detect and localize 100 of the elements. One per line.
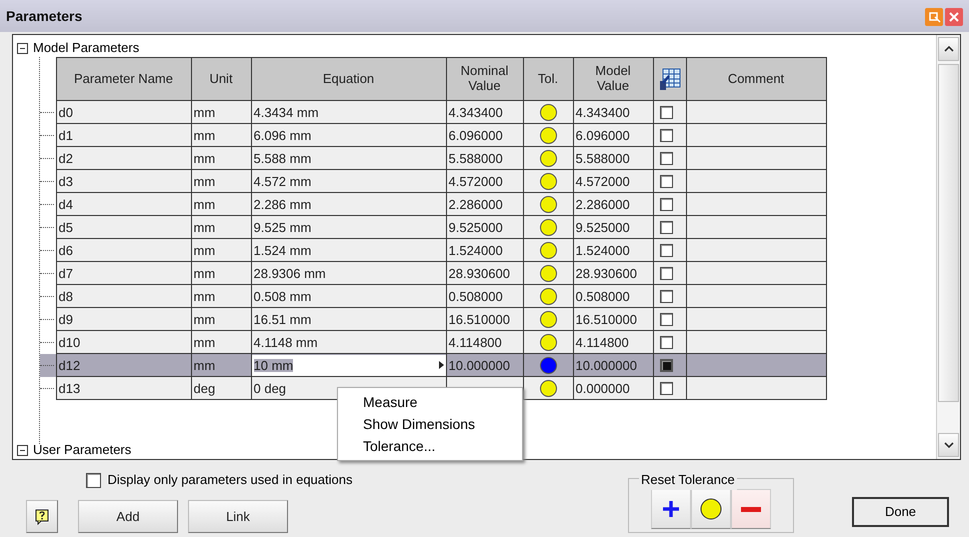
scrollbar[interactable] <box>936 35 960 459</box>
column-header[interactable]: Parameter Name <box>56 58 191 100</box>
tolerance-dot[interactable] <box>540 380 556 396</box>
table-cell: 1.524000 <box>446 238 523 262</box>
table-cell: mm <box>191 216 251 238</box>
table-cell: 5.588 mm <box>251 146 446 170</box>
button[interactable]: Link <box>188 500 288 533</box>
tolerance-dot[interactable] <box>540 264 556 282</box>
tolerance-dot[interactable] <box>540 172 556 190</box>
menu-item[interactable]: Tolerance... <box>338 435 522 457</box>
table-cell: 6.096 mm <box>251 124 446 146</box>
equation-field[interactable]: 10 mm <box>251 354 446 376</box>
table-cell: 4.572000 <box>573 170 653 192</box>
table-cell[interactable]: d6 <box>56 238 191 262</box>
table-cell: mm <box>191 308 251 330</box>
checkbox[interactable] <box>660 266 672 280</box>
checkbox[interactable] <box>660 220 672 234</box>
checkbox[interactable] <box>660 152 672 164</box>
checkbox[interactable] <box>660 336 672 348</box>
column-header[interactable]: Nominal Value <box>446 58 523 100</box>
table-cell: 5.588000 <box>446 146 523 170</box>
checkbox[interactable] <box>660 312 672 326</box>
checkbox[interactable] <box>660 382 672 394</box>
tolerance-button[interactable] <box>731 489 771 529</box>
table-cell: 16.510000 <box>573 308 653 330</box>
column-header[interactable]: Tol. <box>523 58 573 100</box>
table-cell[interactable]: d4 <box>56 192 191 216</box>
table-cell: 10.000000 <box>573 354 653 376</box>
tolerance-button[interactable] <box>691 489 731 529</box>
table-cell: mm <box>191 124 251 146</box>
table-cell[interactable]: d3 <box>56 170 191 192</box>
table-cell: 4.1148 mm <box>251 330 446 354</box>
tolerance-dot[interactable] <box>540 196 556 212</box>
checkbox[interactable] <box>660 290 672 302</box>
table-cell[interactable]: d12 <box>56 354 191 376</box>
tolerance-dot[interactable] <box>540 104 556 120</box>
table-cell: 9.525 mm <box>251 216 446 238</box>
column-header[interactable]: Comment <box>686 58 826 100</box>
button[interactable]: Add <box>78 500 178 533</box>
window-title: Parameters <box>6 6 82 26</box>
help-button[interactable] <box>26 500 58 533</box>
table-cell: mm <box>191 262 251 284</box>
tree-node-label[interactable]: User Parameters <box>33 440 132 460</box>
checkbox[interactable] <box>660 174 672 188</box>
table-cell[interactable]: d7 <box>56 262 191 284</box>
table-cell: 1.524000 <box>573 238 653 262</box>
checkbox[interactable] <box>660 358 672 372</box>
close-icon[interactable] <box>945 8 963 26</box>
checkbox[interactable] <box>660 128 672 142</box>
scroll-down-icon[interactable] <box>944 442 954 448</box>
minus-icon <box>741 506 761 512</box>
table-cell: 9.525000 <box>573 216 653 238</box>
tolerance-dot[interactable] <box>540 356 556 374</box>
table-cell: mm <box>191 192 251 216</box>
scroll-thumb[interactable] <box>938 64 959 402</box>
table-cell: mm <box>191 146 251 170</box>
tolerance-dot[interactable] <box>540 150 556 166</box>
plus-icon <box>662 500 680 518</box>
table-cell: mm <box>191 238 251 262</box>
column-header[interactable] <box>653 58 686 100</box>
checkbox[interactable] <box>86 472 101 488</box>
tolerance-button[interactable] <box>651 489 691 529</box>
tolerance-dot[interactable] <box>540 334 556 350</box>
table-cell[interactable]: d5 <box>56 216 191 238</box>
table-cell[interactable]: d1 <box>56 124 191 146</box>
table-cell[interactable]: d8 <box>56 284 191 308</box>
table-cell: 2.286000 <box>446 192 523 216</box>
tolerance-dot[interactable] <box>540 218 556 236</box>
table-cell: 4.343400 <box>573 100 653 124</box>
table-cell: mm <box>191 100 251 124</box>
table-cell: 28.930600 <box>446 262 523 284</box>
collapse-icon[interactable] <box>17 444 28 456</box>
checkbox[interactable] <box>660 198 672 210</box>
checkbox[interactable] <box>660 106 672 118</box>
table-cell: 4.343400 <box>446 100 523 124</box>
table-cell: 0.508000 <box>446 284 523 308</box>
scroll-up-icon[interactable] <box>944 46 954 52</box>
table-cell[interactable]: d10 <box>56 330 191 354</box>
tolerance-dot[interactable] <box>540 310 556 328</box>
table-cell[interactable]: d2 <box>56 146 191 170</box>
checkbox[interactable] <box>660 244 672 256</box>
table-cell[interactable]: d9 <box>56 308 191 330</box>
menu-item[interactable]: Show Dimensions <box>338 413 522 435</box>
tolerance-dot[interactable] <box>540 288 556 304</box>
help-icon <box>35 509 49 526</box>
tolerance-dot[interactable] <box>540 242 556 258</box>
column-header[interactable]: Unit <box>191 58 251 100</box>
collapse-icon[interactable] <box>17 42 28 54</box>
table-cell: 16.51 mm <box>251 308 446 330</box>
tree-node-label[interactable]: Model Parameters <box>33 38 140 58</box>
table-cell[interactable]: d13 <box>56 376 191 400</box>
tolerance-dot[interactable] <box>540 126 556 144</box>
column-header[interactable]: Equation <box>251 58 446 100</box>
table-cell: 10.000000 <box>446 354 523 376</box>
checkbox-label[interactable]: Display only parameters used in equations <box>108 470 352 490</box>
arrow-icon[interactable] <box>438 361 444 369</box>
table-cell[interactable]: d0 <box>56 100 191 124</box>
done-button[interactable]: Done <box>852 497 949 527</box>
column-header[interactable]: Model Value <box>573 58 653 100</box>
table-cell: 28.9306 mm <box>251 262 446 284</box>
